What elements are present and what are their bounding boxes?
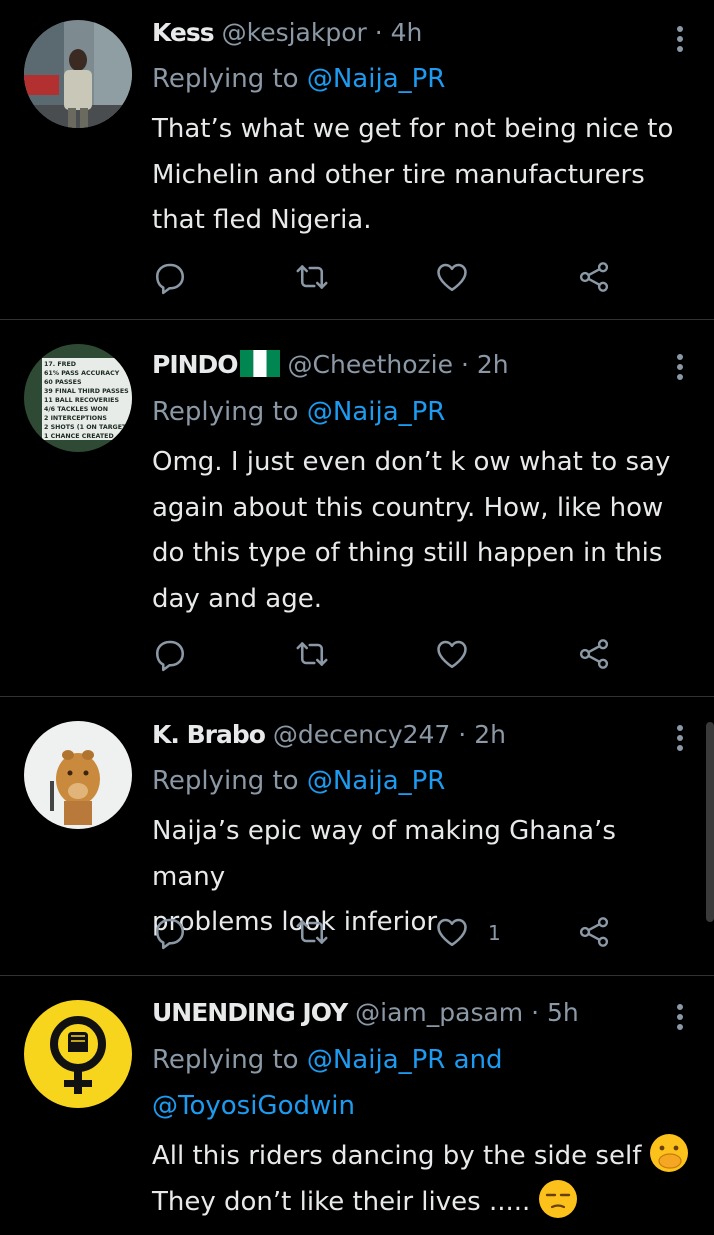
replying-to: Replying to @Naija_PR [152, 758, 445, 804]
tweet[interactable]: Kess @kesjakpor · 4h Replying to @Naija_… [0, 0, 714, 320]
share-icon[interactable] [576, 914, 616, 954]
like-icon[interactable] [434, 914, 474, 954]
avatar-stat-line: 4/6 TACKLES WON [44, 406, 108, 413]
username[interactable]: @Cheethozie [288, 350, 453, 379]
mention-link[interactable]: @Naija_PR [307, 397, 446, 427]
tweet-header: K. Brabo @decency247 · 2h [152, 718, 506, 752]
tweet-text: That’s what we get for not being nice to… [152, 107, 692, 244]
timestamp[interactable]: · 4h [375, 18, 423, 47]
like-icon[interactable] [434, 636, 474, 676]
hand-over-mouth-emoji-icon [649, 1134, 688, 1172]
tweet[interactable]: 17. FRED 61% PASS ACCURACY 60 PASSES 39 … [0, 320, 714, 697]
tweet-text-line: Naija’s epic way of making Ghana’s many [152, 816, 616, 892]
tweet-text-line: Omg. I just even don’t k ow what to say [152, 447, 671, 477]
tweet-text-segment: All this riders dancing by the side self [152, 1141, 642, 1171]
replying-to: Replying to @Naija_PR and [152, 1037, 503, 1083]
avatar-stat-line: 61% PASS ACCURACY [44, 370, 120, 377]
replying-to: Replying to @Naija_PR [152, 56, 445, 102]
like-count: 1 [488, 921, 501, 945]
like-icon[interactable] [434, 259, 474, 299]
nigeria-flag-icon [239, 350, 280, 377]
replying-to-label: Replying to [152, 397, 299, 427]
tweet-text-line: All this riders dancing by the side self [152, 1134, 692, 1180]
tweet-text-line: That’s what we get for not being nice to [152, 114, 674, 144]
username[interactable]: @iam_pasam [355, 998, 523, 1027]
mention-link[interactable]: @Naija_PR [307, 766, 446, 796]
replying-to-continued: @ToyosiGodwin [152, 1083, 355, 1129]
more-icon[interactable] [666, 1000, 694, 1034]
mention-link[interactable]: @Naija_PR [307, 1045, 446, 1075]
tweet-text-segment: They don’t like their lives ..... [152, 1186, 531, 1217]
tweet-text-line: day and age. [152, 583, 322, 614]
tweet-text: Omg. I just even don’t k ow what to say … [152, 440, 692, 622]
timestamp[interactable]: · 2h [461, 350, 509, 379]
mention-link[interactable]: @ToyosiGodwin [152, 1091, 355, 1121]
replying-to-label: Replying to [152, 1045, 299, 1075]
avatar-stat-line: 2 SHOTS (1 ON TARGET) [44, 424, 129, 431]
more-icon[interactable] [666, 721, 694, 755]
more-icon[interactable] [666, 22, 694, 56]
unamused-face-emoji-icon [538, 1179, 577, 1218]
retweet-icon[interactable] [294, 259, 334, 299]
tweet-header: UNENDING JOY @iam_pasam · 5h [152, 996, 579, 1030]
display-name[interactable]: Kess [152, 18, 215, 47]
avatar[interactable] [24, 1000, 132, 1108]
display-name[interactable]: K. Brabo [152, 720, 266, 749]
avatar-stat-line: 60 PASSES [44, 379, 82, 386]
share-icon[interactable] [576, 259, 616, 299]
tweet-header: PINDO @Cheethozie · 2h [152, 348, 509, 382]
share-icon[interactable] [576, 636, 616, 676]
tweet-text: All this riders dancing by the side self… [152, 1134, 692, 1225]
mention-link[interactable]: @Naija_PR [307, 64, 446, 94]
username[interactable]: @kesjakpor [222, 18, 367, 47]
avatar[interactable] [24, 721, 132, 829]
reply-icon[interactable] [152, 914, 192, 954]
reply-icon[interactable] [152, 259, 192, 299]
timestamp[interactable]: · 5h [531, 998, 579, 1027]
avatar-stat-line: 39 FINAL THIRD PASSES [44, 388, 129, 395]
display-name[interactable]: UNENDING JOY [152, 998, 348, 1027]
tweet[interactable]: UNENDING JOY @iam_pasam · 5h Replying to… [0, 976, 714, 1235]
tweet-header: Kess @kesjakpor · 4h [152, 16, 422, 50]
avatar[interactable] [24, 20, 132, 128]
avatar[interactable]: 17. FRED 61% PASS ACCURACY 60 PASSES 39 … [24, 344, 132, 452]
mention-joiner: and [453, 1045, 503, 1075]
scrollbar[interactable] [706, 722, 714, 922]
replying-to-label: Replying to [152, 766, 299, 796]
timestamp[interactable]: · 2h [458, 720, 506, 749]
tweet-text-line: They don’t like their lives ..... [152, 1179, 692, 1226]
replying-to: Replying to @Naija_PR [152, 389, 445, 435]
replying-to-label: Replying to [152, 64, 299, 94]
more-icon[interactable] [666, 350, 694, 384]
avatar-stat-line: 1 CHANCE CREATED [44, 433, 114, 440]
avatar-stat-line: 11 BALL RECOVERIES [44, 397, 119, 404]
tweet-text-line: again about this country. How, like how [152, 492, 664, 523]
avatar-stat-line: 2 INTERCEPTIONS [44, 415, 107, 422]
tweet-text-line: that fled Nigeria. [152, 205, 372, 235]
retweet-icon[interactable] [294, 914, 334, 954]
reply-icon[interactable] [152, 636, 192, 676]
tweet[interactable]: K. Brabo @decency247 · 2h Replying to @N… [0, 697, 714, 976]
tweet-text-line: Michelin and other tire manufacturers [152, 159, 645, 190]
avatar-stat-line: 17. FRED [44, 361, 76, 368]
tweet-text-line: do this type of thing still happen in th… [152, 538, 663, 568]
retweet-icon[interactable] [294, 636, 334, 676]
display-name[interactable]: PINDO [152, 350, 239, 379]
username[interactable]: @decency247 [273, 720, 450, 749]
